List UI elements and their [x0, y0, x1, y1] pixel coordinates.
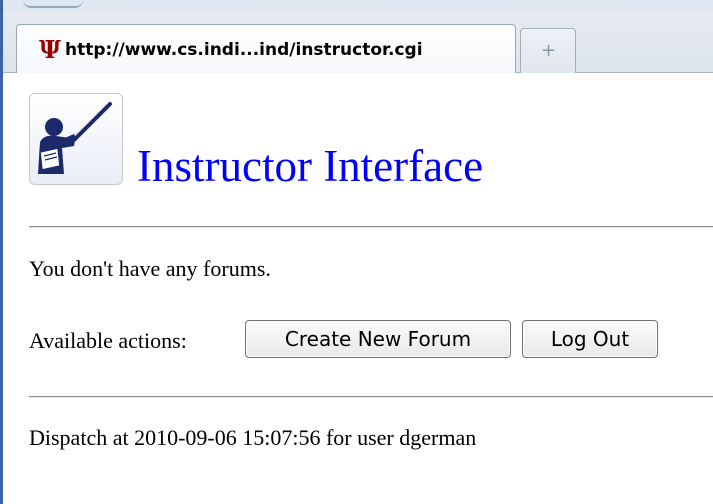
actions-label: Available actions:: [29, 328, 187, 353]
indiana-university-trident-icon: Ψ: [39, 35, 61, 64]
instructor-pointer-icon: [29, 93, 123, 185]
plus-icon: +: [541, 40, 557, 61]
status-message: You don't have any forums.: [29, 256, 271, 281]
page-title: Instructor Interface: [137, 141, 484, 191]
divider: [29, 226, 713, 228]
dispatch-info: Dispatch at 2010-09-06 15:07:56 for user…: [29, 425, 477, 450]
log-out-button[interactable]: Log Out: [522, 320, 658, 358]
window-border: [0, 0, 3, 504]
new-tab-button[interactable]: +: [520, 28, 576, 73]
tab-title: http://www.cs.indi...ind/instructor.cgi: [65, 40, 423, 60]
tab-strip: Ψ http://www.cs.indi...ind/instructor.cg…: [3, 0, 713, 73]
create-new-forum-button[interactable]: Create New Forum: [245, 320, 511, 358]
browser-tab-active[interactable]: Ψ http://www.cs.indi...ind/instructor.cg…: [16, 24, 516, 73]
divider: [29, 396, 713, 398]
strip-decoration: [23, 0, 83, 8]
